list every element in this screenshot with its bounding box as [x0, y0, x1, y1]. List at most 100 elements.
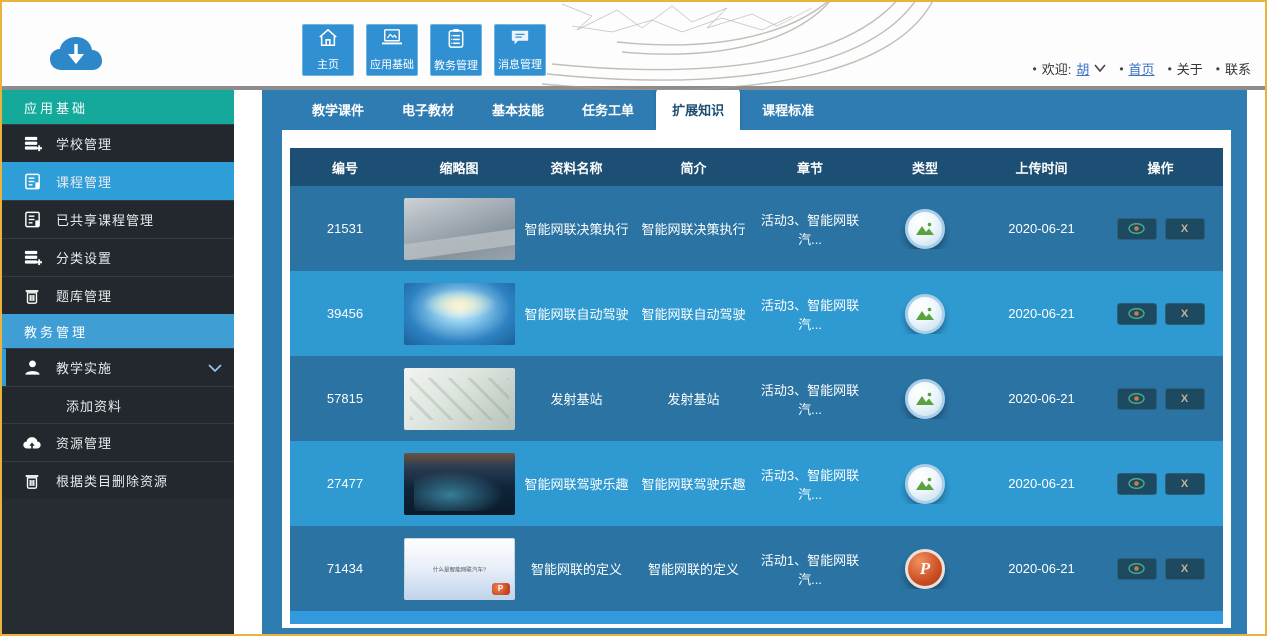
resource-chapter: 活动3、智能网联汽...	[752, 295, 868, 333]
contact-link[interactable]: 联系	[1225, 59, 1251, 78]
document-icon	[22, 171, 42, 191]
sidebar-item-label: 教学实施	[56, 358, 112, 377]
sidebar-item-school-management[interactable]: 学校管理	[2, 124, 234, 162]
table-header-row: 编号 缩略图 资料名称 简介 章节 类型 上传时间 操作	[290, 148, 1223, 186]
view-button[interactable]	[1117, 218, 1157, 240]
resource-chapter: 活动3、智能网联汽...	[752, 380, 868, 418]
bullet: •	[1216, 62, 1220, 76]
delete-button[interactable]: X	[1165, 473, 1205, 495]
about-link[interactable]: 关于	[1177, 59, 1203, 78]
delete-button[interactable]: X	[1165, 218, 1205, 240]
sidebar-section-app-foundation: 应用基础	[2, 90, 234, 124]
delete-button[interactable]: X	[1165, 303, 1205, 325]
eye-icon	[1128, 308, 1145, 319]
row-id: 39456	[290, 306, 400, 321]
table-row: 21531 智能网联决策执行 智能网联决策执行 活动3、智能网联汽... 202…	[290, 186, 1223, 271]
top-header: 主页 应用基础	[2, 2, 1265, 90]
cloud-logo-icon	[47, 34, 105, 81]
eye-icon	[1128, 478, 1145, 489]
view-button[interactable]	[1117, 388, 1157, 410]
thumbnail	[404, 453, 515, 515]
resource-name: 智能网联驾驶乐趣	[518, 474, 635, 493]
sidebar-item-teaching-implementation[interactable]: 教学实施	[2, 348, 234, 386]
resource-table: 编号 缩略图 资料名称 简介 章节 类型 上传时间 操作 21531 智能网联决…	[290, 148, 1223, 624]
tab-bar: 教学课件 电子教材 基本技能 任务工单 扩展知识 课程标准	[262, 90, 1247, 130]
thumbnail: 什么是智能网联汽车? P	[404, 538, 515, 600]
column-header: 编号	[290, 158, 400, 177]
row-id: 57815	[290, 391, 400, 406]
user-link[interactable]: 胡	[1076, 59, 1089, 78]
resource-chapter: 活动3、智能网联汽...	[752, 210, 868, 248]
sidebar-item-category-settings[interactable]: 分类设置	[2, 238, 234, 276]
table-row: 57815 发射基站 发射基站 活动3、智能网联汽... 2020-06-21	[290, 356, 1223, 441]
nav-label: 应用基础	[370, 56, 414, 72]
view-button[interactable]	[1117, 473, 1157, 495]
column-header: 章节	[752, 158, 868, 177]
sidebar-subitem-add-material[interactable]: 添加资料	[2, 386, 234, 423]
sidebar-item-label: 根据类目删除资源	[56, 471, 168, 490]
sidebar-item-resource-management[interactable]: 资源管理	[2, 423, 234, 461]
resource-name: 智能网联自动驾驶	[518, 304, 635, 323]
resource-name: 智能网联的定义	[518, 559, 635, 578]
nav-home-button[interactable]: 主页	[302, 24, 354, 76]
row-id: 71434	[290, 561, 400, 576]
tab-basic-skills[interactable]: 基本技能	[476, 89, 560, 130]
slide-caption: 什么是智能网联汽车?	[425, 565, 493, 573]
image-type-icon	[905, 294, 945, 334]
ppt-mini-icon: P	[492, 583, 510, 595]
bullet: •	[1119, 62, 1123, 76]
upload-date: 2020-06-21	[982, 391, 1101, 406]
upload-date: 2020-06-21	[982, 306, 1101, 321]
partial-next-row	[290, 611, 1223, 624]
thumbnail	[404, 198, 515, 260]
column-header: 操作	[1101, 158, 1220, 177]
home-link[interactable]: 首页	[1129, 59, 1155, 78]
tab-task-orders[interactable]: 任务工单	[566, 89, 650, 130]
image-type-icon	[905, 209, 945, 249]
tab-etextbook[interactable]: 电子教材	[386, 89, 470, 130]
image-type-icon	[905, 379, 945, 419]
nav-label: 主页	[317, 56, 339, 72]
ppt-type-icon: P	[905, 549, 945, 589]
nav-app-foundation-button[interactable]: 应用基础	[366, 24, 418, 76]
tab-teaching-courseware[interactable]: 教学课件	[296, 89, 380, 130]
row-id: 27477	[290, 476, 400, 491]
database-add-icon	[22, 134, 42, 154]
sidebar-item-label: 学校管理	[56, 134, 112, 153]
resource-chapter: 活动1、智能网联汽...	[752, 550, 868, 588]
view-button[interactable]	[1117, 303, 1157, 325]
table-row: 71434 什么是智能网联汽车? P 智能网联的定义 智能网联的定义 活动1、智…	[290, 526, 1223, 611]
sidebar-section-academic-management: 教务管理	[2, 314, 234, 348]
eye-icon	[1128, 223, 1145, 234]
welcome-bar: • 欢迎: 胡 • 首页 • 关于 • 联系	[1025, 59, 1252, 78]
sidebar-item-shared-course-management[interactable]: 已共享课程管理	[2, 200, 234, 238]
resource-name: 发射基站	[518, 389, 635, 408]
sidebar-item-question-bank[interactable]: 题库管理	[2, 276, 234, 314]
nav-academic-button[interactable]: 教务管理	[430, 24, 482, 76]
decorative-swirl-lines	[522, 2, 942, 90]
resource-intro: 智能网联决策执行	[635, 219, 752, 238]
person-icon	[22, 358, 42, 378]
sidebar-item-label: 课程管理	[56, 172, 112, 191]
chevron-down-icon[interactable]	[1094, 61, 1106, 76]
view-button[interactable]	[1117, 558, 1157, 580]
delete-button[interactable]: X	[1165, 388, 1205, 410]
tab-extended-knowledge[interactable]: 扩展知识	[656, 88, 740, 130]
nav-label: 消息管理	[498, 56, 542, 72]
sidebar-item-label: 题库管理	[56, 286, 112, 305]
delete-button[interactable]: X	[1165, 558, 1205, 580]
row-id: 21531	[290, 221, 400, 236]
column-header: 上传时间	[982, 158, 1101, 177]
resource-name: 智能网联决策执行	[518, 219, 635, 238]
main-panel: 教学课件 电子教材 基本技能 任务工单 扩展知识 课程标准 编号 缩略图 资料名…	[262, 90, 1247, 634]
tab-course-standards[interactable]: 课程标准	[746, 89, 830, 130]
sidebar-item-delete-by-category[interactable]: 根据类目删除资源	[2, 461, 234, 499]
trash-icon	[22, 471, 42, 491]
layout-gap	[234, 90, 262, 634]
home-icon	[317, 28, 339, 53]
nav-messages-button[interactable]: 消息管理	[494, 24, 546, 76]
upload-date: 2020-06-21	[982, 221, 1101, 236]
sidebar-item-course-management[interactable]: 课程管理	[2, 162, 234, 200]
image-type-icon	[905, 464, 945, 504]
chevron-down-icon	[208, 361, 222, 376]
